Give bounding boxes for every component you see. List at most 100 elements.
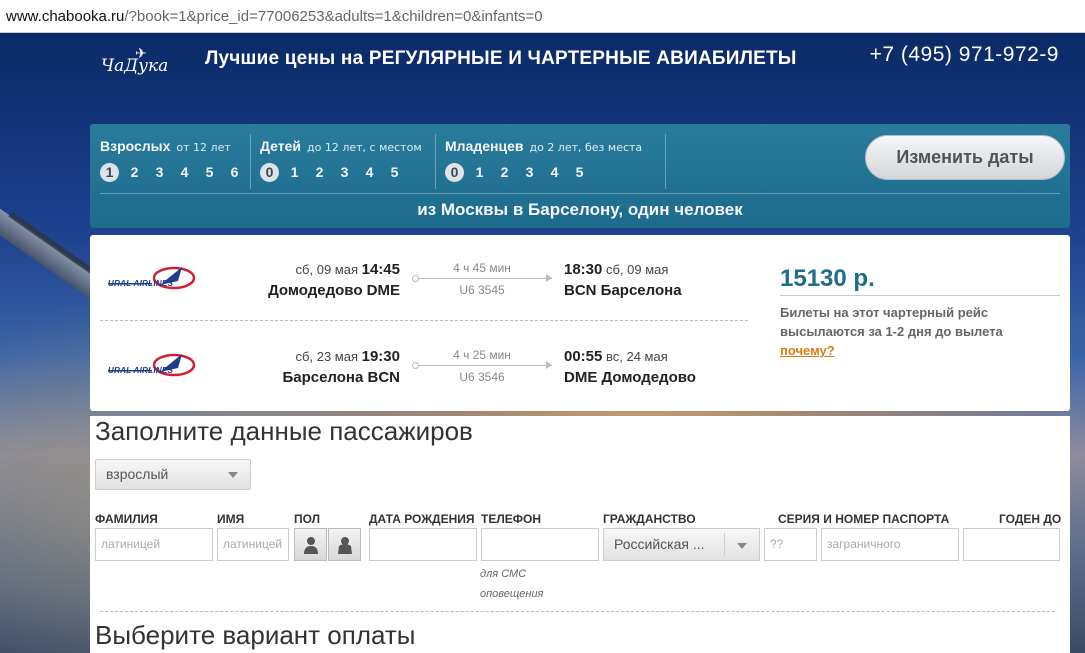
dep-time: 14:45 xyxy=(361,261,400,278)
adults-title: Взрослых xyxy=(100,138,171,154)
citizenship-select[interactable]: Российская ... xyxy=(603,528,760,561)
phone-hint-line1: для СМС xyxy=(480,568,527,580)
ural-airlines-icon xyxy=(108,266,196,290)
birthdate-label: ДАТА РОЖДЕНИЯ xyxy=(369,512,475,526)
citizenship-value: Российская ... xyxy=(614,536,705,552)
divider xyxy=(250,134,251,189)
infants-selector: Младенцев до 2 лет, без места 012345 xyxy=(445,136,642,182)
children-option[interactable]: 0 xyxy=(260,163,279,182)
passenger-type-select[interactable]: взрослый xyxy=(95,459,251,490)
url-path: /?book=1&price_id=77006253&adults=1&chil… xyxy=(124,7,543,25)
sex-male-button[interactable] xyxy=(294,528,327,561)
children-selector: Детей до 12 лет, с местом 012345 xyxy=(260,136,422,182)
infants-option[interactable]: 3 xyxy=(520,163,539,182)
search-panel: Взрослых от 12 лет 123456 Детей до 12 лет,… xyxy=(90,124,1070,228)
flight-duration: 4 ч 45 мин xyxy=(453,261,511,275)
price-note-text: Билеты на этот чартерный рейс высылаются… xyxy=(780,305,1003,339)
chevron-down-icon xyxy=(228,472,238,478)
header-phone[interactable]: +7 (495) 971-972-9 xyxy=(870,43,1059,67)
arr-date: вс, 24 мая xyxy=(606,349,668,364)
flight-info: 4 ч 45 мин U6 3545 xyxy=(412,261,552,297)
price-amount: 15130 р. xyxy=(780,265,875,292)
adults-option[interactable]: 5 xyxy=(200,163,219,182)
passport-label: СЕРИЯ И НОМЕР ПАСПОРТА xyxy=(778,512,950,526)
url-domain: www.chabooka.ru xyxy=(6,7,125,25)
adults-option[interactable]: 6 xyxy=(225,163,244,182)
payment-title: Выберите вариант оплаты xyxy=(95,620,416,650)
panel-divider xyxy=(100,193,1060,194)
flight-info: 4 ч 25 мин U6 3546 xyxy=(412,348,552,384)
children-option[interactable]: 5 xyxy=(385,163,404,182)
airline-name: URAL AIRLINES xyxy=(108,366,174,375)
infants-option[interactable]: 2 xyxy=(495,163,514,182)
birthdate-input[interactable] xyxy=(369,528,477,561)
arr-airport: BCN Барселона xyxy=(564,282,682,299)
adults-option[interactable]: 4 xyxy=(175,163,194,182)
children-option[interactable]: 3 xyxy=(335,163,354,182)
price-note: Билеты на этот чартерный рейс высылаются… xyxy=(780,303,1060,360)
name-label: ИМЯ xyxy=(217,512,245,526)
airline-logo: URAL AIRLINES xyxy=(108,350,208,384)
infants-option[interactable]: 1 xyxy=(470,163,489,182)
phone-input[interactable] xyxy=(481,528,599,561)
divider xyxy=(665,134,666,189)
route-summary: из Москвы в Барселону, один человек xyxy=(417,200,743,219)
adults-options: 123456 xyxy=(100,163,244,182)
passport-series-input[interactable]: ?? xyxy=(764,528,817,561)
divider xyxy=(435,134,436,189)
select-divider xyxy=(724,533,725,556)
adults-option[interactable]: 2 xyxy=(125,163,144,182)
infants-title: Младенцев xyxy=(445,138,524,154)
infants-sub: до 2 лет, без места xyxy=(529,141,643,154)
valid-until-input[interactable] xyxy=(963,528,1060,561)
infants-option[interactable]: 0 xyxy=(445,163,464,182)
arr-time: 00:55 xyxy=(564,348,603,365)
sex-label: ПОЛ xyxy=(294,512,321,526)
departure: сб, 09 мая 14:45 Домодедово DME xyxy=(268,261,400,299)
children-sub: до 12 лет, с местом xyxy=(307,141,422,154)
flight-row-return: URAL AIRLINES сб, 23 мая 19:30 Барселона… xyxy=(90,332,750,392)
change-dates-button[interactable]: Изменить даты xyxy=(865,135,1065,180)
price-box: 15130 р. Билеты на этот чартерный рейс в… xyxy=(780,265,1060,360)
children-title: Детей xyxy=(260,138,301,154)
adults-selector: Взрослых от 12 лет 123456 xyxy=(100,136,244,182)
departure: сб, 23 мая 19:30 Барселона BCN xyxy=(282,348,400,386)
children-options: 012345 xyxy=(260,163,422,182)
phone-hint: для СМС оповещения xyxy=(480,564,543,604)
adults-option[interactable]: 3 xyxy=(150,163,169,182)
citizenship-label: ГРАЖДАНСТВО xyxy=(603,512,696,526)
children-option[interactable]: 2 xyxy=(310,163,329,182)
surname-label: ФАМИЛИЯ xyxy=(95,512,158,526)
why-link[interactable]: почему? xyxy=(780,343,835,358)
phone-label: ТЕЛЕФОН xyxy=(481,512,541,526)
address-bar[interactable]: www.chabooka.ru/?book=1&price_id=7700625… xyxy=(0,0,1085,33)
chevron-down-icon xyxy=(737,543,747,549)
infants-option[interactable]: 5 xyxy=(570,163,589,182)
surname-input[interactable]: латиницей xyxy=(95,528,213,561)
flights-card: URAL AIRLINES сб, 09 мая 14:45 Домодедов… xyxy=(90,235,1070,411)
name-input[interactable]: латиницей xyxy=(217,528,289,561)
plane-icon: ✈ xyxy=(135,46,147,62)
passport-number-input[interactable]: заграничного xyxy=(821,528,959,561)
passengers-title: Заполните данные пассажиров xyxy=(95,416,473,446)
valid-until-label: ГОДЕН ДО xyxy=(999,512,1062,526)
site-logo[interactable]: ЧаДука ✈ xyxy=(99,46,168,78)
adults-option[interactable]: 1 xyxy=(100,163,119,182)
sex-female-button[interactable] xyxy=(328,528,361,561)
section-divider xyxy=(100,611,1055,612)
children-option[interactable]: 4 xyxy=(360,163,379,182)
dep-airport: Барселона BCN xyxy=(282,369,400,386)
female-icon xyxy=(337,536,352,554)
arrow-right-icon xyxy=(412,361,552,369)
children-option[interactable]: 1 xyxy=(285,163,304,182)
infants-option[interactable]: 4 xyxy=(545,163,564,182)
flight-row-outbound: URAL AIRLINES сб, 09 мая 14:45 Домодедов… xyxy=(90,245,750,305)
arr-date: сб, 09 мая xyxy=(606,262,669,277)
arr-airport: DME Домодедово xyxy=(564,369,696,386)
dep-date: сб, 23 мая xyxy=(295,349,358,364)
airline-logo: URAL AIRLINES xyxy=(108,263,208,297)
arrow-right-icon xyxy=(412,274,552,282)
dep-airport: Домодедово DME xyxy=(268,282,400,299)
price-divider xyxy=(780,295,1060,296)
flight-duration: 4 ч 25 мин xyxy=(453,348,511,362)
